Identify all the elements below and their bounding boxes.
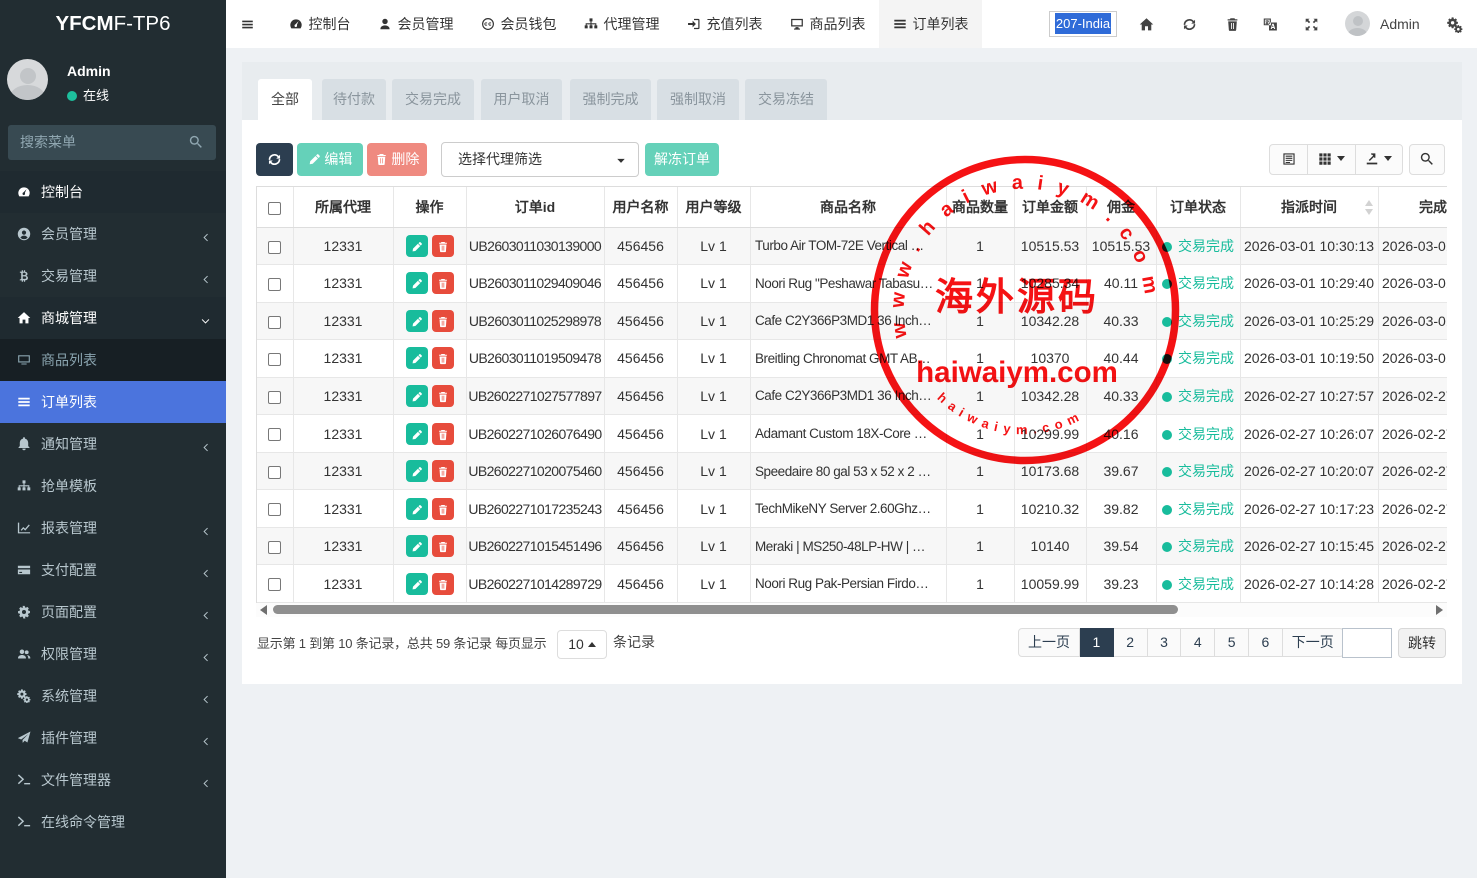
svg-text:海外源码: 海外源码 bbox=[935, 277, 1099, 319]
svg-text:haiwaiym.com: haiwaiym.com bbox=[916, 356, 1118, 389]
svg-text:haiwaiym.com: haiwaiym.com bbox=[934, 390, 1084, 438]
